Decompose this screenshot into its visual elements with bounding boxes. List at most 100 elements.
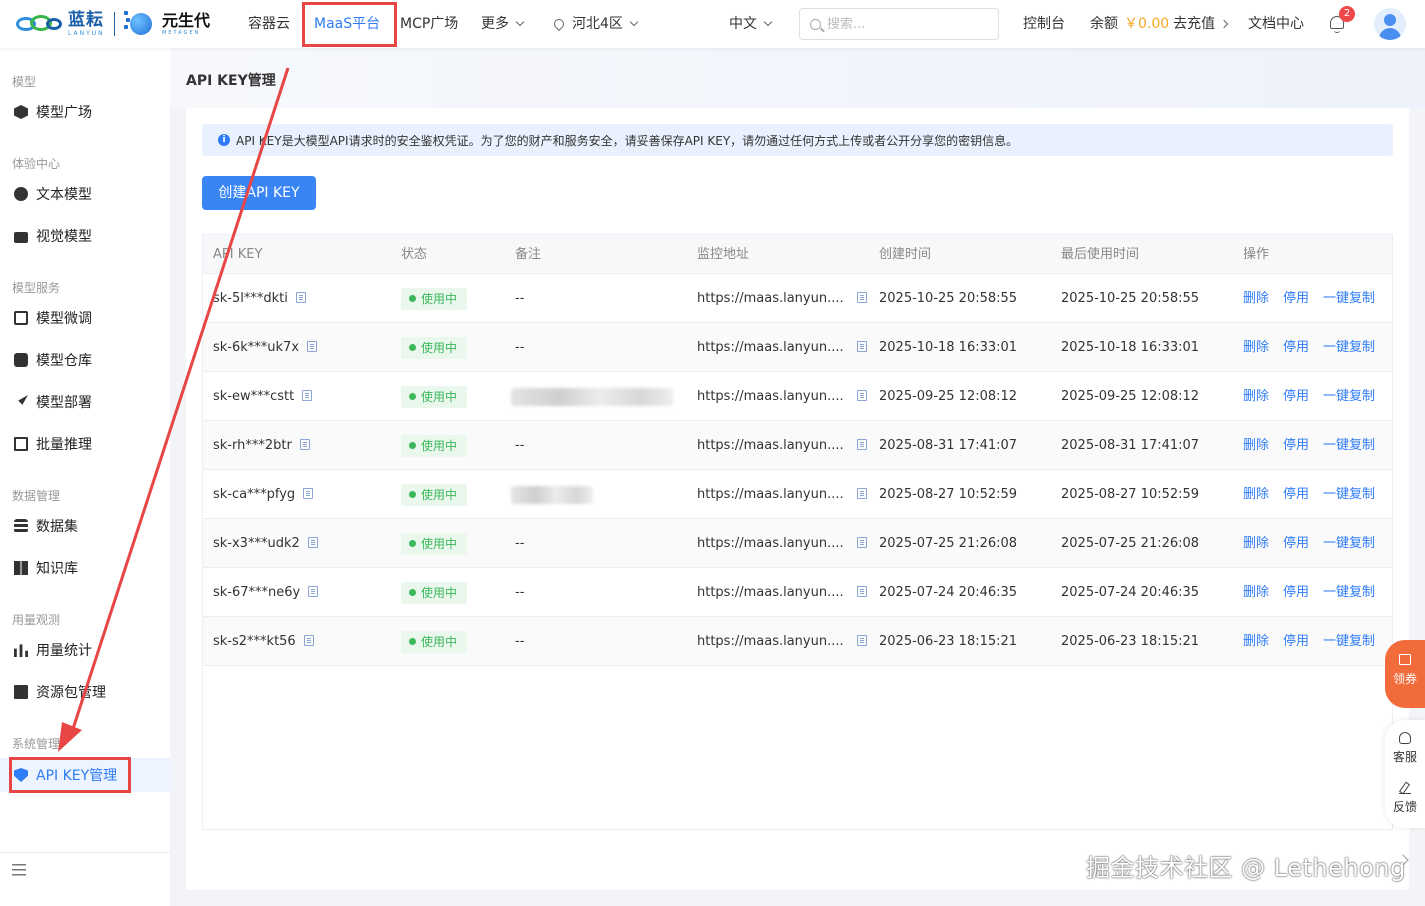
menu-collapse-icon[interactable] — [12, 864, 26, 876]
disable-button[interactable]: 停用 — [1283, 568, 1309, 617]
notification-badge: 2 — [1339, 6, 1355, 22]
copy-all-button[interactable]: 一键复制 — [1323, 617, 1375, 666]
copy-icon[interactable] — [856, 586, 867, 597]
copy-all-button[interactable]: 一键复制 — [1323, 421, 1375, 470]
coupon-button[interactable]: 领券 — [1385, 640, 1425, 708]
disable-button[interactable]: 停用 — [1283, 323, 1309, 372]
lanyun-logo[interactable]: 蓝耘 LANYUN — [16, 9, 105, 39]
copy-icon[interactable] — [856, 537, 867, 548]
sidebar-item-dataset[interactable]: 数据集 — [0, 509, 170, 543]
created-time: 2025-10-18 16:33:01 — [879, 340, 1018, 355]
chevron-down-icon — [629, 17, 639, 27]
sidebar-item-deploy[interactable]: 模型部署 — [0, 385, 170, 419]
api-key-value: sk-x3***udk2 — [213, 536, 300, 551]
copy-icon[interactable] — [302, 390, 313, 401]
sidebar-group-experience: 体验中心 — [12, 157, 61, 171]
last-used-time: 2025-07-24 20:46:35 — [1061, 585, 1200, 600]
nav-more-dropdown[interactable]: 更多 — [481, 0, 525, 48]
lanyun-logo-subtext: LANYUN — [68, 29, 105, 37]
disable-button[interactable]: 停用 — [1283, 372, 1309, 421]
copy-icon[interactable] — [856, 635, 867, 646]
delete-button[interactable]: 删除 — [1243, 568, 1269, 617]
copy-icon[interactable] — [303, 635, 314, 646]
delete-button[interactable]: 删除 — [1243, 421, 1269, 470]
disable-button[interactable]: 停用 — [1283, 617, 1309, 666]
recharge-link[interactable]: 去充值 — [1173, 16, 1215, 32]
copy-icon[interactable] — [856, 390, 867, 401]
create-api-key-button[interactable]: 创建API KEY — [202, 176, 316, 210]
gift-icon — [14, 685, 28, 699]
copy-icon[interactable] — [295, 292, 306, 303]
note-value: -- — [515, 585, 525, 600]
copy-icon[interactable] — [299, 439, 310, 450]
headset-icon — [1399, 732, 1411, 744]
table-row: sk-67***ne6y 使用中 -- https://maas.lanyun.… — [203, 568, 1392, 617]
language-selector[interactable]: 中文 — [729, 0, 773, 48]
column-header-note: 备注 — [515, 247, 542, 262]
disable-button[interactable]: 停用 — [1283, 519, 1309, 568]
sidebar-item-usage-stats[interactable]: 用量统计 — [0, 633, 170, 667]
last-used-time: 2025-09-25 12:08:12 — [1061, 389, 1200, 404]
search-input[interactable] — [827, 16, 987, 32]
status-badge: 使用中 — [401, 631, 468, 653]
support-button[interactable]: 客服 — [1385, 732, 1425, 765]
nav-console[interactable]: 控制台 — [1023, 0, 1065, 48]
disable-button[interactable]: 停用 — [1283, 421, 1309, 470]
sidebar-item-finetune[interactable]: 模型微调 — [0, 301, 170, 335]
delete-button[interactable]: 删除 — [1243, 274, 1269, 323]
sidebar-item-resource-pack[interactable]: 资源包管理 — [0, 675, 170, 709]
page-header-bg — [170, 48, 1425, 108]
last-used-time: 2025-10-25 20:58:55 — [1061, 291, 1200, 306]
copy-icon[interactable] — [307, 537, 318, 548]
api-key-value: sk-6k***uk7x — [213, 340, 300, 355]
sidebar-item-text-model[interactable]: 文本模型 — [0, 177, 170, 211]
delete-button[interactable]: 删除 — [1243, 372, 1269, 421]
copy-all-button[interactable]: 一键复制 — [1323, 274, 1375, 323]
delete-button[interactable]: 删除 — [1243, 617, 1269, 666]
balance-recharge[interactable]: 余额 ￥0.00 去充值 — [1090, 0, 1229, 48]
delete-button[interactable]: 删除 — [1243, 470, 1269, 519]
delete-button[interactable]: 删除 — [1243, 323, 1269, 372]
last-used-time: 2025-10-18 16:33:01 — [1061, 340, 1200, 355]
disable-button[interactable]: 停用 — [1283, 274, 1309, 323]
sidebar-item-knowledge-base[interactable]: 知识库 — [0, 551, 170, 585]
sidebar-item-label: 模型微调 — [36, 311, 92, 327]
copy-icon[interactable] — [308, 586, 319, 597]
sidebar-item-label: 视觉模型 — [36, 229, 92, 245]
copy-icon[interactable] — [307, 341, 318, 352]
notice-text: API KEY是大模型API请求时的安全鉴权凭证。为了您的财产和服务安全，请妥善… — [236, 133, 1019, 148]
copy-all-button[interactable]: 一键复制 — [1323, 470, 1375, 519]
sidebar-item-model-repo[interactable]: 模型仓库 — [0, 343, 170, 377]
delete-button[interactable]: 删除 — [1243, 519, 1269, 568]
nav-docs[interactable]: 文档中心 — [1248, 0, 1304, 48]
sidebar-item-vision-model[interactable]: 视觉模型 — [0, 219, 170, 253]
copy-all-button[interactable]: 一键复制 — [1323, 323, 1375, 372]
column-header-actions: 操作 — [1243, 247, 1270, 262]
region-selector[interactable]: 河北4区 — [551, 0, 639, 48]
sidebar-item-model-square[interactable]: 模型广场 — [0, 95, 170, 129]
location-pin-icon — [551, 16, 567, 32]
status-badge: 使用中 — [401, 484, 468, 506]
avatar[interactable] — [1374, 8, 1406, 40]
nav-container-cloud[interactable]: 容器云 — [248, 0, 290, 48]
disable-button[interactable]: 停用 — [1283, 470, 1309, 519]
copy-all-button[interactable]: 一键复制 — [1323, 372, 1375, 421]
copy-icon[interactable] — [303, 488, 314, 499]
copy-icon[interactable] — [856, 439, 867, 450]
copy-icon[interactable] — [856, 292, 867, 303]
created-time: 2025-08-27 10:52:59 — [879, 487, 1018, 502]
feedback-button[interactable]: 反馈 — [1385, 782, 1425, 815]
copy-all-button[interactable]: 一键复制 — [1323, 568, 1375, 617]
feedback-label: 反馈 — [1392, 800, 1417, 814]
column-header-api-key: API KEY — [213, 247, 263, 262]
blurred-note — [511, 388, 673, 406]
copy-all-button[interactable]: 一键复制 — [1323, 519, 1375, 568]
sidebar-item-batch-inference[interactable]: 批量推理 — [0, 427, 170, 461]
search-box[interactable] — [799, 8, 999, 40]
nav-mcp-square[interactable]: MCP广场 — [400, 0, 458, 48]
metagen-logo[interactable]: 元生代 METAGEN — [124, 9, 210, 39]
copy-icon[interactable] — [856, 341, 867, 352]
copy-icon[interactable] — [856, 488, 867, 499]
api-key-value: sk-67***ne6y — [213, 585, 301, 600]
last-used-time: 2025-07-25 21:26:08 — [1061, 536, 1200, 551]
